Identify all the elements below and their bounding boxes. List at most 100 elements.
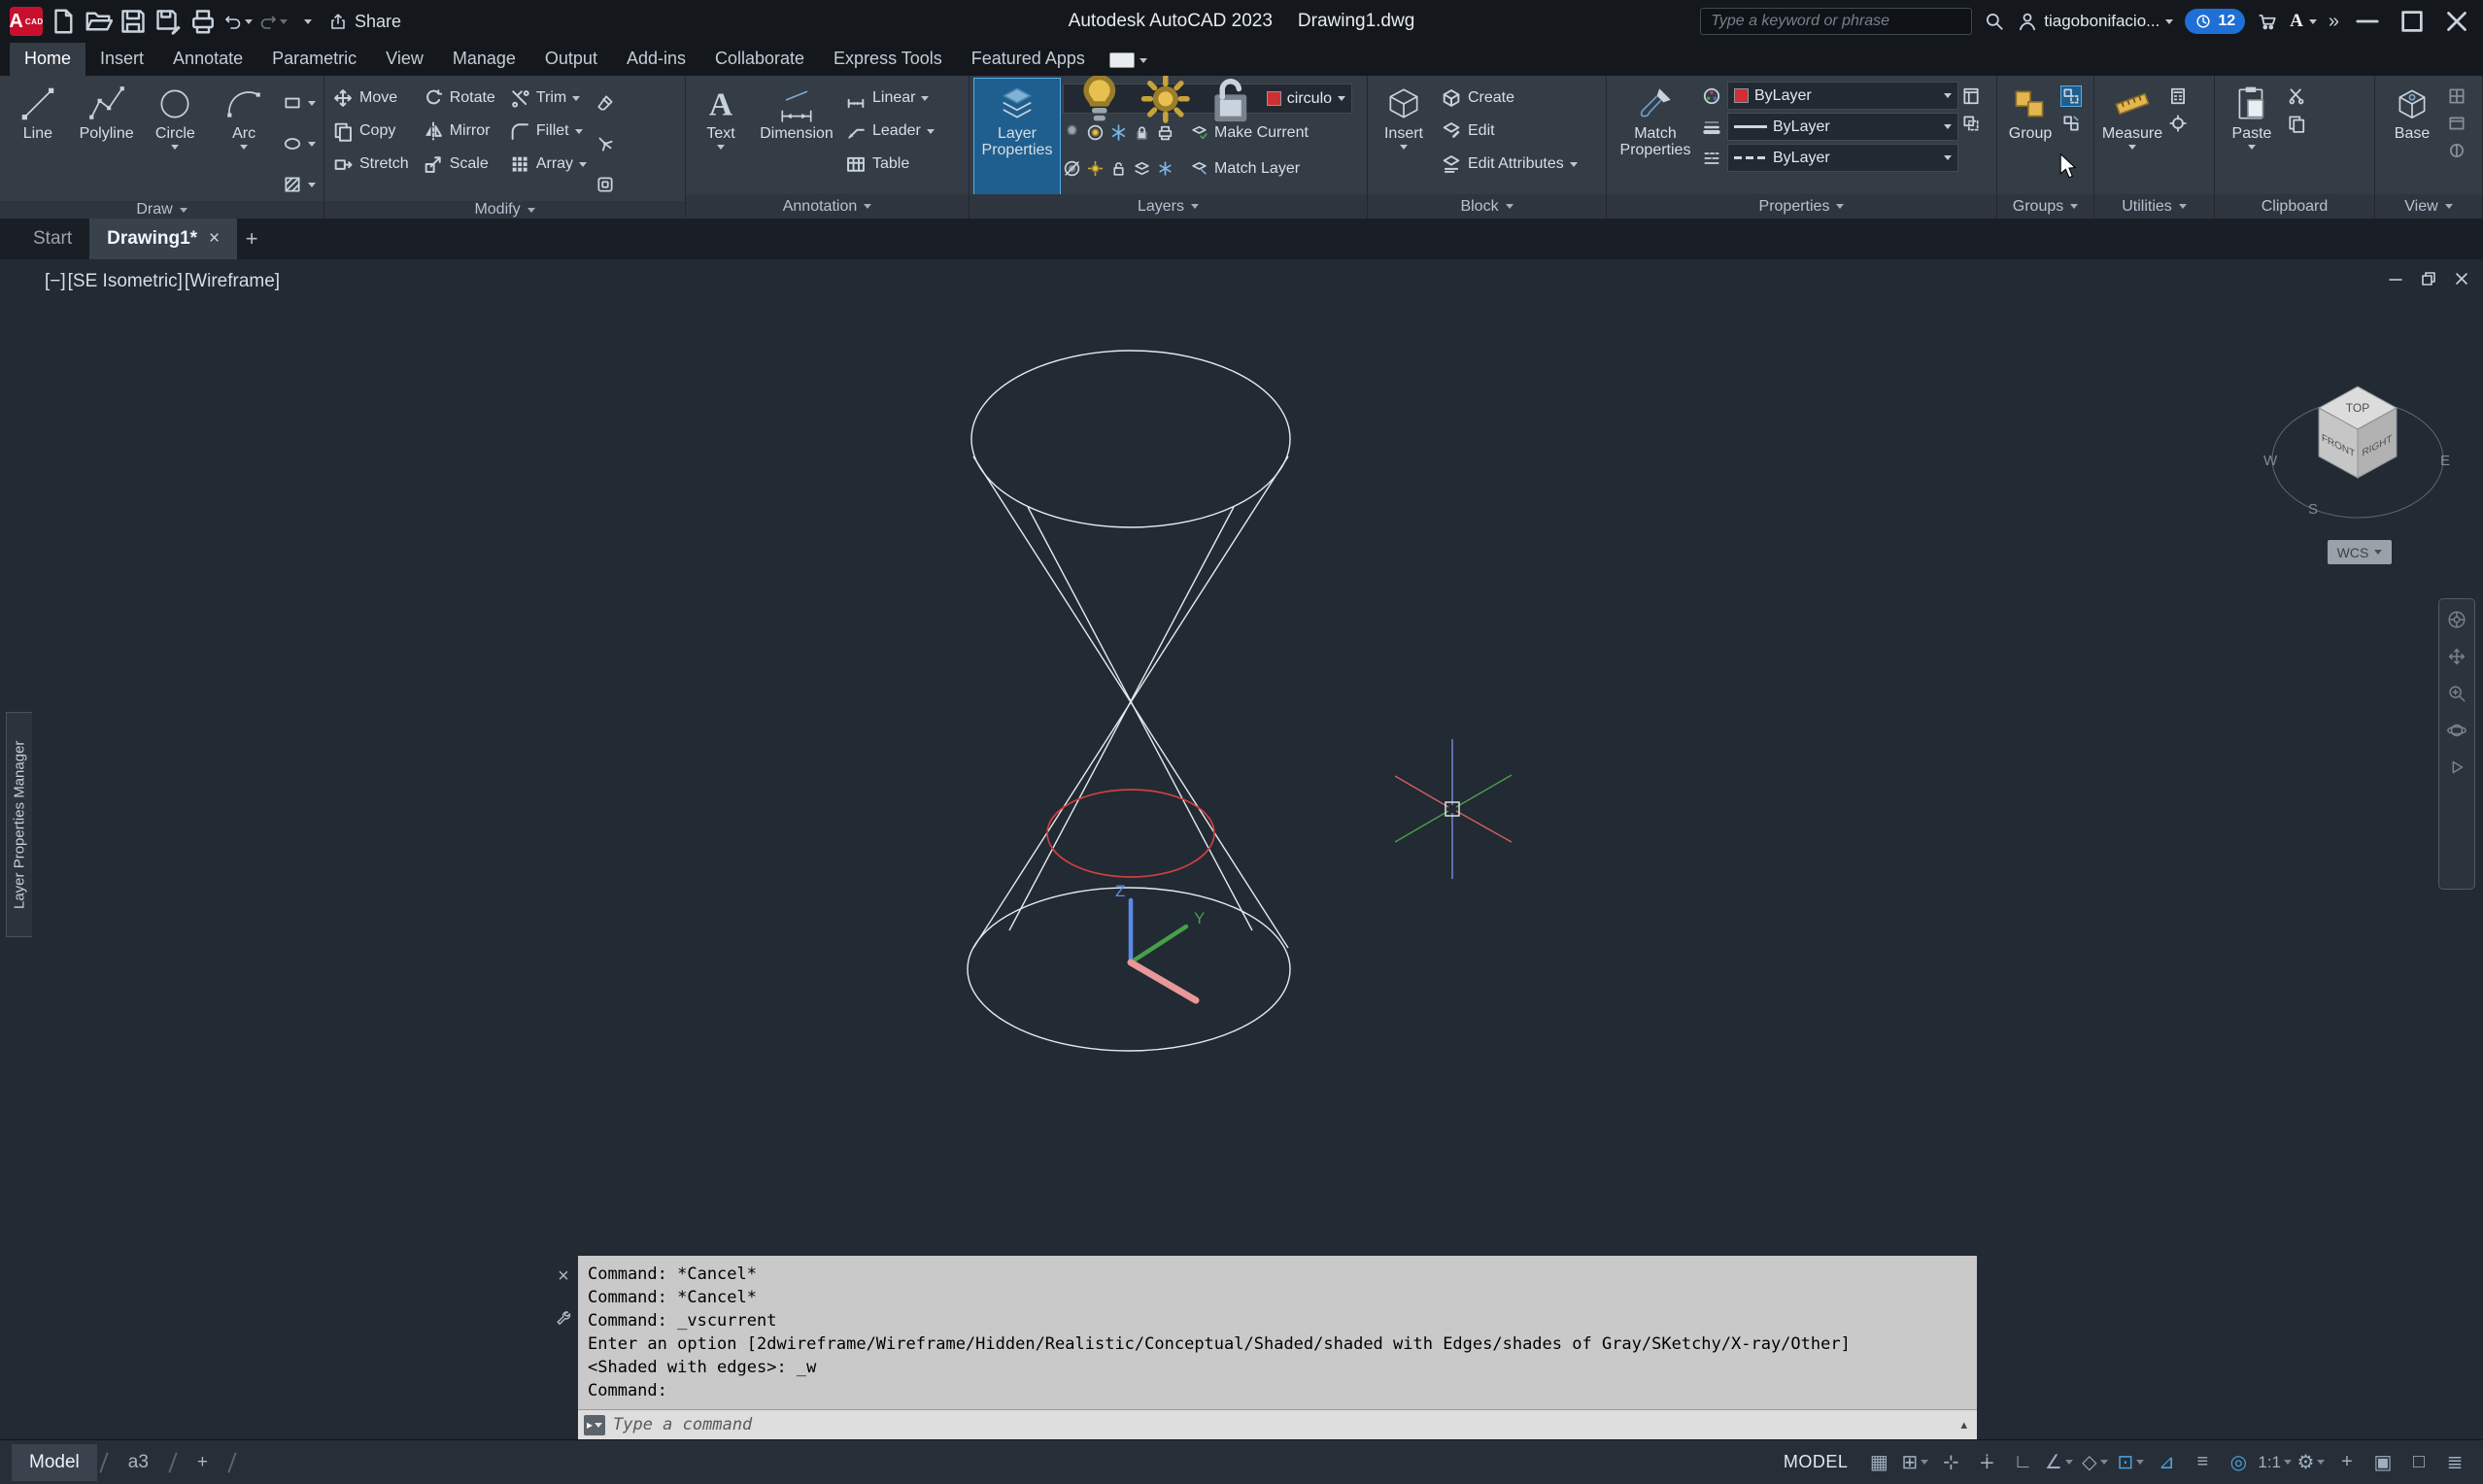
layer-walk-icon[interactable] bbox=[1133, 159, 1151, 178]
stretch-button[interactable]: Stretch bbox=[329, 148, 412, 181]
explode-button[interactable] bbox=[593, 127, 618, 160]
group-button[interactable]: Group bbox=[2002, 79, 2058, 194]
table-button[interactable]: Table bbox=[842, 148, 937, 181]
command-close-icon[interactable]: × bbox=[558, 1265, 569, 1288]
layer-unlock-all-icon[interactable] bbox=[1109, 159, 1128, 178]
command-history[interactable]: Command: *Cancel* Command: *Cancel* Comm… bbox=[578, 1256, 1977, 1409]
object-snap-toggle[interactable]: ⊡ bbox=[2114, 1446, 2147, 1479]
tab-express-tools[interactable]: Express Tools bbox=[819, 43, 957, 76]
panel-label-utilities[interactable]: Utilities bbox=[2094, 194, 2214, 219]
tab-manage[interactable]: Manage bbox=[438, 43, 530, 76]
tab-annotate[interactable]: Annotate bbox=[158, 43, 257, 76]
arc-button[interactable]: Arc bbox=[211, 79, 277, 201]
hardware-acceleration-toggle[interactable]: □ bbox=[2402, 1446, 2435, 1479]
layer-plot-icon[interactable] bbox=[1156, 123, 1174, 142]
layer-select[interactable]: circulo bbox=[1063, 74, 1352, 123]
id-point-icon[interactable] bbox=[2168, 114, 2188, 133]
array-button[interactable]: Array bbox=[506, 148, 590, 181]
navigation-bar[interactable] bbox=[2438, 598, 2475, 890]
model-space-toggle[interactable]: MODEL bbox=[1772, 1452, 1860, 1472]
isolate-objects-button[interactable]: ▣ bbox=[2366, 1446, 2399, 1479]
workspace-switching-button[interactable]: ⚙ bbox=[2295, 1446, 2328, 1479]
maximize-button[interactable] bbox=[2396, 7, 2429, 36]
file-tab-start[interactable]: Start bbox=[16, 219, 89, 259]
annotation-autoscale-toggle[interactable]: + bbox=[2330, 1446, 2364, 1479]
transparency-icon[interactable] bbox=[1961, 114, 1981, 133]
toolbar-overflow-icon[interactable]: » bbox=[2329, 11, 2339, 33]
recent-commands-button[interactable]: ▸ bbox=[584, 1414, 605, 1435]
panel-label-annotation[interactable]: Annotation bbox=[686, 194, 969, 219]
drawing-area[interactable]: Z Y TOP FRONT RIGHT W S E [−] [SE Isomet… bbox=[0, 259, 2483, 1439]
dynamic-input-toggle[interactable]: ∔ bbox=[1970, 1446, 2003, 1479]
base-view-button[interactable]: Base bbox=[2380, 79, 2444, 194]
layer-thaw-all-icon[interactable] bbox=[1086, 159, 1105, 178]
open-button[interactable] bbox=[84, 7, 113, 36]
linear-dimension-button[interactable]: Linear bbox=[842, 82, 937, 115]
scale-button[interactable]: Scale bbox=[420, 148, 498, 181]
annotation-scale-button[interactable]: 1:1 bbox=[2258, 1446, 2292, 1479]
line-button[interactable]: Line bbox=[5, 79, 71, 201]
cart-icon[interactable] bbox=[2257, 11, 2278, 32]
insert-block-button[interactable]: Insert bbox=[1373, 79, 1435, 194]
polyline-button[interactable]: Polyline bbox=[74, 79, 140, 201]
search-input[interactable] bbox=[1700, 8, 1973, 35]
save-button[interactable] bbox=[119, 7, 148, 36]
object-snap-tracking-toggle[interactable]: ⊿ bbox=[2150, 1446, 2183, 1479]
ortho-toggle[interactable]: ∟ bbox=[2006, 1446, 2039, 1479]
qat-customize-button[interactable] bbox=[293, 7, 323, 36]
panel-label-modify[interactable]: Modify bbox=[324, 201, 685, 219]
trial-countdown-badge[interactable]: 12 bbox=[2185, 9, 2246, 34]
undo-button[interactable] bbox=[223, 7, 253, 36]
ribbon-display-toggle[interactable] bbox=[1108, 52, 1147, 76]
mirror-button[interactable]: Mirror bbox=[420, 115, 498, 148]
save-as-button[interactable] bbox=[153, 7, 183, 36]
layout-a3-tab[interactable]: a3 bbox=[111, 1444, 166, 1481]
search-icon[interactable] bbox=[1984, 11, 2005, 32]
ellipse-button[interactable] bbox=[280, 127, 319, 160]
group-edit-icon[interactable] bbox=[2061, 114, 2081, 133]
dimension-button[interactable]: Dimension bbox=[754, 79, 839, 194]
layer-unisolate-icon[interactable] bbox=[1063, 159, 1081, 178]
fillet-button[interactable]: Fillet bbox=[506, 115, 590, 148]
tab-addins[interactable]: Add-ins bbox=[612, 43, 700, 76]
rotate-button[interactable]: Rotate bbox=[420, 82, 498, 115]
panel-label-draw[interactable]: Draw bbox=[0, 201, 323, 219]
tab-featured-apps[interactable]: Featured Apps bbox=[957, 43, 1100, 76]
command-scroll-up-icon[interactable]: ▴ bbox=[1960, 1417, 1971, 1433]
zoom-icon[interactable] bbox=[2446, 683, 2467, 704]
selection-cycling-toggle[interactable]: ◎ bbox=[2222, 1446, 2255, 1479]
panel-label-view[interactable]: View bbox=[2375, 194, 2482, 219]
close-button[interactable] bbox=[2440, 7, 2473, 36]
viewport-close-icon[interactable] bbox=[2452, 269, 2471, 288]
viewport-view-menu[interactable]: [SE Isometric] bbox=[68, 271, 183, 292]
viewport-restore-icon[interactable] bbox=[2419, 269, 2438, 288]
command-input[interactable] bbox=[613, 1415, 1954, 1434]
match-layer-button[interactable]: Match Layer bbox=[1187, 152, 1303, 186]
erase-button[interactable] bbox=[593, 86, 618, 119]
rectangle-button[interactable] bbox=[280, 86, 319, 119]
tab-insert[interactable]: Insert bbox=[85, 43, 158, 76]
redo-button[interactable] bbox=[258, 7, 288, 36]
new-drawing-button[interactable] bbox=[49, 7, 78, 36]
tab-home[interactable]: Home bbox=[10, 43, 86, 76]
autodesk-app-menu[interactable]: A bbox=[2290, 11, 2317, 32]
steering-wheel-icon[interactable] bbox=[2446, 609, 2467, 630]
match-properties-button[interactable]: Match Properties bbox=[1612, 79, 1699, 194]
text-button[interactable]: A Text bbox=[691, 79, 751, 194]
tab-view[interactable]: View bbox=[371, 43, 438, 76]
tab-output[interactable]: Output bbox=[530, 43, 612, 76]
make-current-button[interactable]: Make Current bbox=[1187, 117, 1311, 150]
model-layout-tab[interactable]: Model bbox=[12, 1443, 97, 1481]
viewport-minimize-icon[interactable] bbox=[2386, 269, 2405, 288]
linetype-select[interactable]: ByLayer bbox=[1727, 144, 1958, 172]
layer-properties-button[interactable]: Layer Properties bbox=[973, 78, 1061, 195]
lineweight-select[interactable]: ByLayer bbox=[1727, 113, 1958, 141]
redo-dropdown-icon[interactable] bbox=[280, 18, 288, 24]
snap-mode-toggle[interactable]: ⊞ bbox=[1898, 1446, 1931, 1479]
plot-button[interactable] bbox=[188, 7, 218, 36]
tab-collaborate[interactable]: Collaborate bbox=[700, 43, 819, 76]
edit-attributes-button[interactable]: Edit Attributes bbox=[1438, 148, 1581, 181]
properties-palette-icon[interactable] bbox=[1961, 86, 1981, 106]
panel-label-groups[interactable]: Groups bbox=[1997, 194, 2093, 219]
wcs-dropdown[interactable]: WCS bbox=[2328, 540, 2392, 564]
